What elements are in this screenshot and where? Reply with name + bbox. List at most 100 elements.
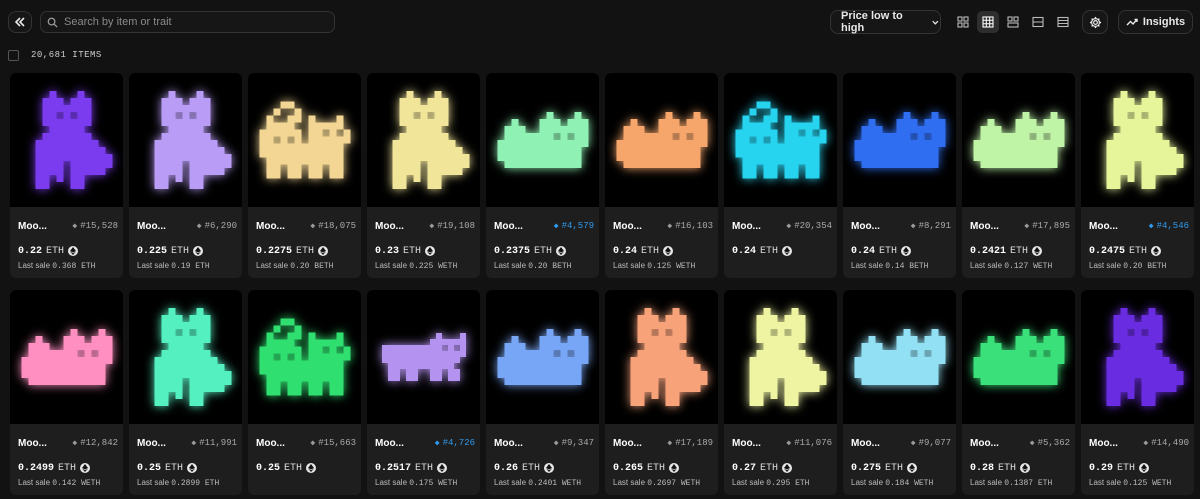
ethereum-icon	[663, 246, 674, 256]
diamond-icon: ◆	[196, 222, 202, 231]
item-image[interactable]	[1081, 290, 1194, 424]
item-image[interactable]	[10, 290, 123, 424]
collapse-sidebar-button[interactable]	[8, 11, 32, 33]
item-card[interactable]: Moo... ◆ #4,546 0.2475 ETH Last sale 0.2…	[1081, 73, 1194, 278]
diamond-icon: ◆	[1029, 439, 1035, 448]
item-card[interactable]: Moo... ◆ #11,076 0.27 ETH Last sale 0.29…	[724, 290, 837, 495]
item-image[interactable]	[248, 73, 361, 207]
item-image[interactable]	[129, 290, 242, 424]
currency-label: ETH	[534, 245, 553, 257]
item-image[interactable]	[962, 73, 1075, 207]
currency-label: ETH	[415, 462, 434, 474]
item-card[interactable]: Moo... ◆ #17,189 0.265 ETH Last sale 0.2…	[605, 290, 718, 495]
cat-pixel-art	[1106, 91, 1183, 189]
item-image[interactable]	[248, 290, 361, 424]
item-name: Moo...	[18, 437, 47, 449]
item-image[interactable]	[367, 73, 480, 207]
item-image[interactable]	[129, 73, 242, 207]
rarity-rank: ◆ #4,579	[554, 221, 594, 231]
ethereum-icon	[68, 246, 79, 256]
item-title-row: Moo... ◆ #5,362	[970, 437, 1070, 449]
search-input[interactable]	[64, 16, 324, 28]
item-card[interactable]: Moo... ◆ #19,108 0.23 ETH Last sale 0.22…	[367, 73, 480, 278]
item-card[interactable]: Moo... ◆ #15,663 0.25 ETH	[248, 290, 361, 495]
select-all-checkbox[interactable]	[8, 49, 19, 61]
item-card[interactable]: Moo... ◆ #9,077 0.275 ETH Last sale 0.18…	[843, 290, 956, 495]
view-small-grid-button[interactable]	[977, 11, 999, 33]
item-image[interactable]	[486, 73, 599, 207]
item-price: 0.265	[613, 462, 644, 474]
last-sale-value: 0.1387 ETH	[1004, 479, 1053, 488]
item-card[interactable]: Moo... ◆ #15,528 0.22 ETH Last sale 0.36…	[10, 73, 123, 278]
item-card[interactable]: Moo... ◆ #6,290 0.225 ETH Last sale 0.19…	[129, 73, 242, 278]
currency-label: ETH	[46, 245, 65, 257]
item-image[interactable]	[962, 290, 1075, 424]
rarity-rank-value: #9,077	[918, 438, 951, 448]
last-sale-prefix: Last sale	[494, 478, 527, 487]
diamond-icon: ◆	[434, 439, 440, 448]
last-sale-prefix: Last sale	[1089, 478, 1122, 487]
item-card[interactable]: Moo... ◆ #12,842 0.2499 ETH Last sale 0.…	[10, 290, 123, 495]
item-card[interactable]: Moo... ◆ #11,991 0.25 ETH Last sale 0.28…	[129, 290, 242, 495]
item-image[interactable]	[10, 73, 123, 207]
gear-icon	[1089, 16, 1101, 28]
ethereum-icon	[1020, 463, 1031, 473]
view-table-button[interactable]	[1027, 11, 1049, 33]
rarity-rank: ◆ #14,490	[1143, 438, 1189, 448]
price-row: 0.24 ETH	[851, 245, 912, 257]
currency-label: ETH	[760, 462, 779, 474]
rarity-rank: ◆ #12,842	[72, 438, 118, 448]
item-card[interactable]: Moo... ◆ #20,354 0.24 ETH	[724, 73, 837, 278]
item-price: 0.2375	[494, 245, 531, 257]
item-image[interactable]	[486, 290, 599, 424]
item-card[interactable]: Moo... ◆ #14,490 0.29 ETH Last sale 0.12…	[1081, 290, 1194, 495]
item-image[interactable]	[843, 73, 956, 207]
item-image[interactable]	[367, 290, 480, 424]
last-sale: Last sale 0.20 BETH	[256, 261, 333, 271]
item-card[interactable]: Moo... ◆ #16,103 0.24 ETH Last sale 0.12…	[605, 73, 718, 278]
item-image[interactable]	[605, 73, 718, 207]
view-mixed-grid-button[interactable]	[1002, 11, 1024, 33]
search-bar[interactable]	[40, 11, 335, 33]
last-sale-value: 0.19 ETH	[171, 262, 210, 271]
last-sale: Last sale 0.368 ETH	[18, 261, 95, 271]
large-grid-icon	[957, 16, 969, 28]
item-card[interactable]: Moo... ◆ #4,726 0.2517 ETH Last sale 0.1…	[367, 290, 480, 495]
last-sale-value: 0.2401 WETH	[528, 479, 582, 488]
item-title-row: Moo... ◆ #11,076	[732, 437, 832, 449]
ethereum-icon	[1139, 463, 1150, 473]
view-large-grid-button[interactable]	[952, 11, 974, 33]
item-image[interactable]	[724, 73, 837, 207]
insights-button[interactable]: Insights	[1118, 10, 1193, 34]
price-row: 0.26 ETH	[494, 462, 555, 474]
item-image[interactable]	[605, 290, 718, 424]
item-price: 0.275	[851, 462, 882, 474]
item-image[interactable]	[1081, 73, 1194, 207]
item-image[interactable]	[724, 290, 837, 424]
cat-pixel-art	[616, 112, 707, 168]
view-list-button[interactable]	[1052, 11, 1074, 33]
item-card[interactable]: Moo... ◆ #4,579 0.2375 ETH Last sale 0.2…	[486, 73, 599, 278]
sort-dropdown[interactable]: Price low to high	[830, 10, 941, 34]
item-title-row: Moo... ◆ #9,077	[851, 437, 951, 449]
item-card[interactable]: Moo... ◆ #9,347 0.26 ETH Last sale 0.240…	[486, 290, 599, 495]
ethereum-icon	[187, 463, 198, 473]
item-card[interactable]: Moo... ◆ #5,362 0.28 ETH Last sale 0.138…	[962, 290, 1075, 495]
currency-label: ETH	[1010, 245, 1029, 257]
ethereum-icon	[1032, 246, 1043, 256]
currency-label: ETH	[284, 462, 303, 474]
settings-button[interactable]	[1082, 10, 1108, 34]
item-card[interactable]: Moo... ◆ #18,075 0.2275 ETH Last sale 0.…	[248, 73, 361, 278]
diamond-icon: ◆	[1148, 222, 1154, 231]
cat-pixel-art	[735, 101, 826, 179]
item-card[interactable]: Moo... ◆ #8,291 0.24 ETH Last sale 0.14 …	[843, 73, 956, 278]
item-image[interactable]	[843, 290, 956, 424]
rarity-rank-value: #12,842	[80, 438, 118, 448]
cat-pixel-art	[154, 91, 231, 189]
item-card[interactable]: Moo... ◆ #17,895 0.2421 ETH Last sale 0.…	[962, 73, 1075, 278]
item-price: 0.225	[137, 245, 168, 257]
rarity-rank-value: #6,290	[204, 221, 237, 231]
item-title-row: Moo... ◆ #4,579	[494, 220, 594, 232]
item-price: 0.2499	[18, 462, 55, 474]
ethereum-icon	[437, 463, 448, 473]
